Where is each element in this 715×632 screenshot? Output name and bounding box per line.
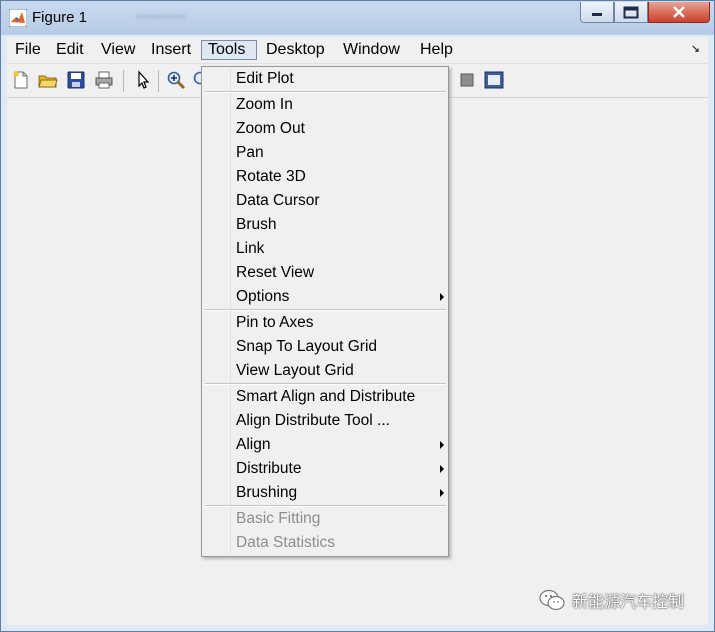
menu-item-label: Basic Fitting	[236, 510, 321, 527]
tools-dropdown-menu: Edit Plot Zoom In Zoom Out Pan Rotate 3D…	[201, 66, 449, 557]
menu-item-label: Options	[236, 288, 290, 305]
menu-item-align[interactable]: Align	[202, 434, 448, 458]
submenu-arrow-icon	[440, 465, 444, 473]
menu-item-brushing[interactable]: Brushing	[202, 482, 448, 506]
menu-item-reset-view[interactable]: Reset View	[202, 262, 448, 286]
menu-item-basic-fitting: Basic Fitting	[202, 508, 448, 532]
submenu-arrow-icon	[440, 293, 444, 301]
toolbar-separator	[123, 70, 124, 92]
menu-item-label: Pan	[236, 144, 264, 161]
menu-item-label: Pin to Axes	[236, 314, 314, 331]
menu-item-zoom-out[interactable]: Zoom Out	[202, 118, 448, 142]
menu-item-rotate-3d[interactable]: Rotate 3D	[202, 166, 448, 190]
dock-arrow-icon[interactable]: ↘	[691, 42, 700, 55]
menu-item-label: Brushing	[236, 484, 298, 501]
menu-item-label: Snap To Layout Grid	[236, 338, 378, 355]
menu-item-label: Edit Plot	[236, 70, 294, 87]
menu-item-label: Distribute	[236, 460, 302, 477]
menu-item-view-layout-grid[interactable]: View Layout Grid	[202, 360, 448, 384]
title-bar[interactable]: Figure 1 •••••••••••	[1, 1, 714, 35]
menu-item-label: Brush	[236, 216, 277, 233]
menu-separator	[205, 309, 446, 311]
menu-item-label: Align	[236, 436, 271, 453]
minimize-icon	[592, 13, 602, 16]
menu-edit[interactable]: Edit	[50, 40, 90, 60]
menu-item-brush[interactable]: Brush	[202, 214, 448, 238]
menu-item-options[interactable]: Options	[202, 286, 448, 310]
menu-item-label: Align Distribute Tool ...	[236, 412, 390, 429]
menu-view[interactable]: View	[95, 40, 141, 60]
menu-desktop[interactable]: Desktop	[260, 40, 331, 60]
menu-item-align-distribute-tool[interactable]: Align Distribute Tool ...	[202, 410, 448, 434]
menu-separator	[205, 505, 446, 507]
hide-plot-tools-icon[interactable]	[456, 69, 478, 91]
watermark-text: 新能源汽车控制	[572, 592, 685, 611]
menu-bar: File Edit View Insert Tools Desktop Wind…	[7, 37, 708, 64]
menu-separator	[205, 91, 446, 93]
menu-item-label: Link	[236, 240, 265, 257]
menu-item-edit-plot[interactable]: Edit Plot	[202, 68, 448, 92]
save-icon[interactable]	[65, 69, 87, 91]
menu-item-label: View Layout Grid	[236, 362, 354, 379]
menu-item-data-cursor[interactable]: Data Cursor	[202, 190, 448, 214]
close-icon	[673, 6, 685, 18]
show-plot-tools-icon[interactable]	[483, 69, 505, 91]
submenu-arrow-icon	[440, 441, 444, 449]
menu-tools[interactable]: Tools	[201, 40, 257, 60]
menu-item-label: Data Statistics	[236, 534, 336, 551]
window-title: Figure 1	[32, 9, 88, 26]
menu-item-label: Reset View	[236, 264, 315, 281]
minimize-button[interactable]	[580, 2, 614, 23]
menu-item-zoom-in[interactable]: Zoom In	[202, 94, 448, 118]
zoom-in-icon[interactable]	[165, 69, 187, 91]
submenu-arrow-icon	[440, 489, 444, 497]
menu-separator	[205, 383, 446, 385]
menu-help[interactable]: Help	[414, 40, 459, 60]
open-file-icon[interactable]	[37, 69, 59, 91]
close-button[interactable]	[648, 2, 710, 23]
blurred-title-text: •••••••••••	[136, 9, 187, 24]
menu-item-data-statistics: Data Statistics	[202, 532, 448, 556]
new-figure-icon[interactable]	[10, 69, 32, 91]
menu-item-label: Smart Align and Distribute	[236, 388, 416, 405]
menu-item-link[interactable]: Link	[202, 238, 448, 262]
watermark: 新能源汽车控制	[538, 588, 684, 612]
menu-insert[interactable]: Insert	[145, 40, 197, 60]
toolbar-separator	[158, 70, 159, 92]
menu-item-label: Data Cursor	[236, 192, 320, 209]
menu-item-pan[interactable]: Pan	[202, 142, 448, 166]
menu-item-distribute[interactable]: Distribute	[202, 458, 448, 482]
maximize-button[interactable]	[614, 2, 648, 23]
edit-plot-arrow-icon[interactable]	[132, 69, 154, 91]
matlab-logo-icon	[9, 9, 27, 27]
menu-item-label: Rotate 3D	[236, 168, 306, 185]
menu-item-smart-align[interactable]: Smart Align and Distribute	[202, 386, 448, 410]
print-icon[interactable]	[93, 69, 115, 91]
wechat-icon	[539, 589, 565, 611]
maximize-icon	[623, 6, 639, 18]
menu-item-pin-to-axes[interactable]: Pin to Axes	[202, 312, 448, 336]
menu-item-label: Zoom Out	[236, 120, 305, 137]
menu-item-label: Zoom In	[236, 96, 293, 113]
menu-window[interactable]: Window	[337, 40, 406, 60]
menu-file[interactable]: File	[9, 40, 47, 60]
menu-item-snap-to-layout-grid[interactable]: Snap To Layout Grid	[202, 336, 448, 360]
